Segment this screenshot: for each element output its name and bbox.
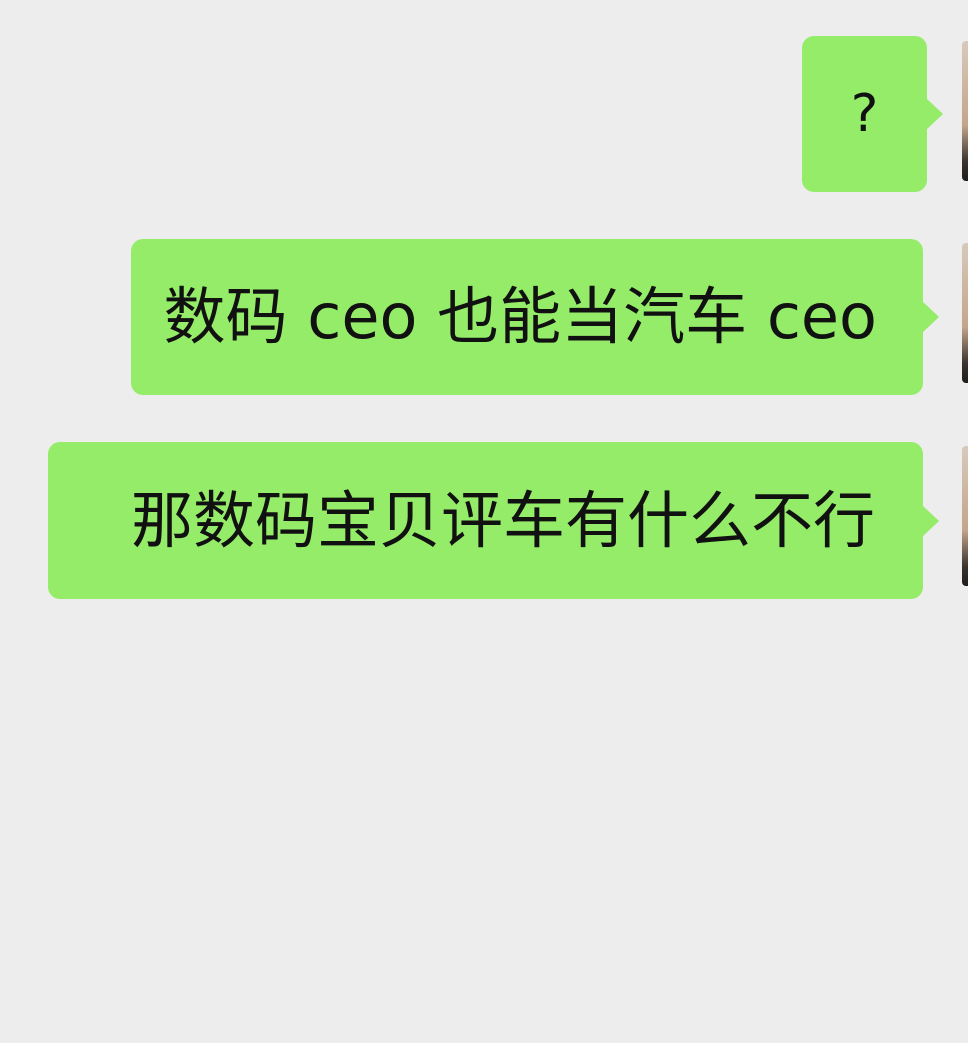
message-text: 那数码宝贝评车有什么不行	[130, 483, 875, 557]
message-text: ?	[850, 84, 879, 144]
chat-message-list[interactable]: ? 数码 ceo 也能当汽车 ceo 那数码宝贝评车有什么不行	[0, 0, 968, 1043]
outgoing-message-bubble[interactable]: ?	[802, 36, 943, 192]
outgoing-message-bubble[interactable]: 那数码宝贝评车有什么不行	[48, 442, 939, 599]
user-avatar[interactable]	[962, 243, 968, 383]
user-avatar[interactable]	[962, 446, 968, 586]
outgoing-message-bubble[interactable]: 数码 ceo 也能当汽车 ceo	[131, 239, 939, 395]
message-text: 数码 ceo 也能当汽车 ceo	[163, 280, 877, 353]
user-avatar[interactable]	[962, 41, 968, 181]
